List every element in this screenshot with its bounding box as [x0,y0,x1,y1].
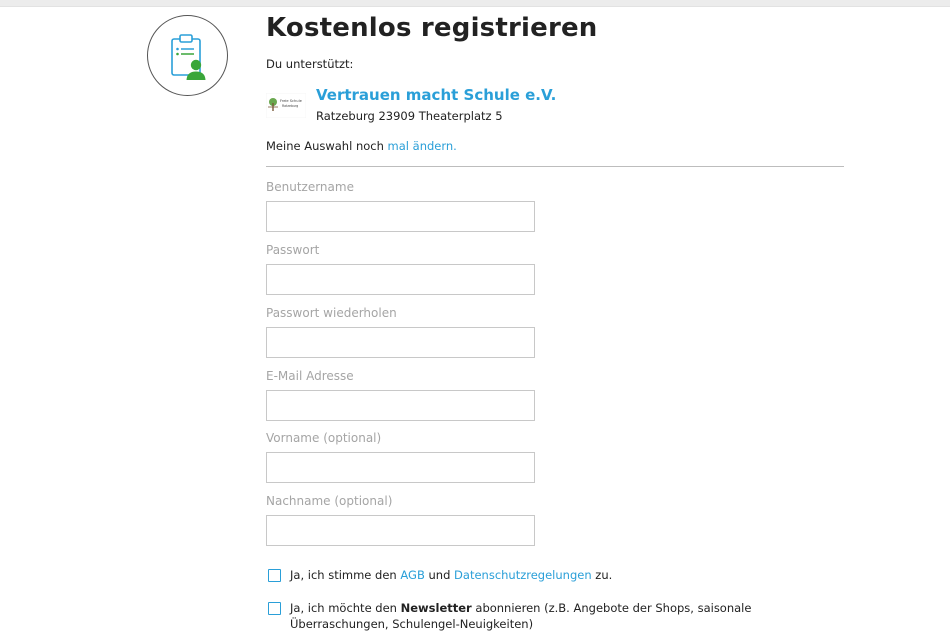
firstname-label: Vorname (optional) [266,431,382,445]
agb-prefix: Ja, ich stimme den [290,568,397,582]
email-input[interactable] [266,390,535,421]
agb-suffix: zu. [595,568,613,582]
support-label: Du unterstützt: [266,57,354,71]
change-choice-line: Meine Auswahl noch mal ändern. [266,139,457,153]
agb-and: und [428,568,451,582]
password-repeat-label: Passwort wiederholen [266,306,397,320]
agb-checkbox[interactable] [268,569,281,582]
change-choice-link[interactable]: mal ändern. [388,139,457,153]
divider [266,166,844,167]
lastname-input[interactable] [266,515,535,546]
lastname-label: Nachname (optional) [266,494,393,508]
agb-consent-text: Ja, ich stimme den AGB und Datenschutzre… [290,567,810,583]
newsletter-prefix: Ja, ich möchte den [290,601,397,615]
firstname-input[interactable] [266,452,535,483]
newsletter-checkbox[interactable] [268,602,281,615]
school-name-link[interactable]: Vertrauen macht Schule e.V. [316,86,556,104]
change-choice-text: Meine Auswahl noch [266,139,384,153]
email-label: E-Mail Adresse [266,369,354,383]
agb-link[interactable]: AGB [400,568,424,582]
school-logo-line2: Ratzeburg [282,104,298,108]
newsletter-bold: Newsletter [400,601,472,615]
username-label: Benutzername [266,180,354,194]
school-logo: Freie Schule Ratzeburg [265,92,307,119]
password-label: Passwort [266,243,320,257]
privacy-link[interactable]: Datenschutzregelungen [454,568,592,582]
password-repeat-input[interactable] [266,327,535,358]
school-logo-line1: Freie Schule [280,99,303,103]
page-title: Kostenlos registrieren [266,13,598,43]
top-bar [0,0,950,7]
newsletter-consent-text: Ja, ich möchte den Newsletter abonnieren… [290,600,810,632]
school-address: Ratzeburg 23909 Theaterplatz 5 [316,109,503,123]
password-input[interactable] [266,264,535,295]
username-input[interactable] [266,201,535,232]
clipboard-user-icon [147,15,228,96]
